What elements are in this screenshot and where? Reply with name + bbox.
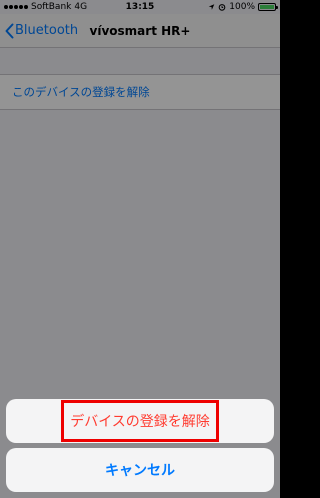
cancel-label: キャンセル — [105, 463, 175, 479]
phone-screen: SoftBank 4G 13:15 100% Bluetooth vívosma… — [0, 0, 280, 498]
unregister-device-button[interactable]: デバイスの登録を解除 — [6, 399, 274, 443]
action-sheet: デバイスの登録を解除 キャンセル — [6, 399, 274, 492]
cancel-button[interactable]: キャンセル — [6, 448, 274, 492]
action-sheet-group: デバイスの登録を解除 — [6, 399, 274, 443]
unregister-device-label: デバイスの登録を解除 — [70, 414, 210, 430]
